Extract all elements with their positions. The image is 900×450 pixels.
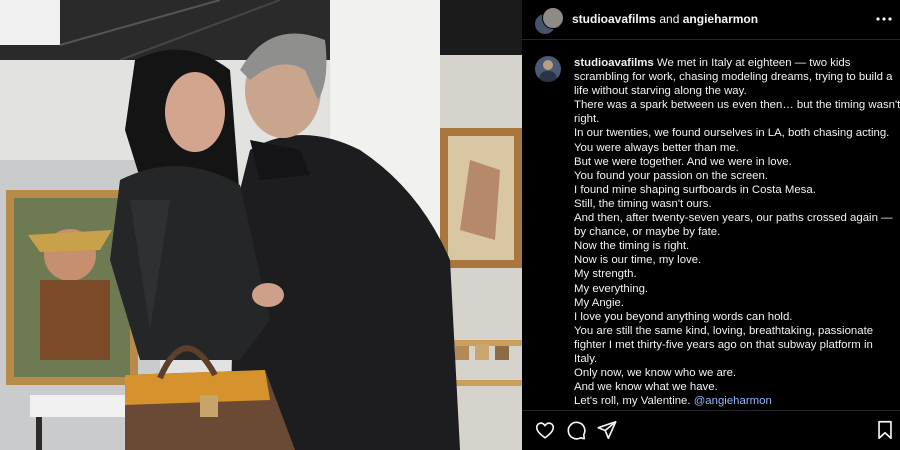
comment-icon[interactable] — [565, 419, 587, 441]
post-caption: studioavafilms We met in Italy at eighte… — [522, 52, 900, 408]
post-authors: studioavafilms and angieharmon — [572, 12, 758, 26]
mention-link[interactable]: @angieharmon — [694, 395, 772, 407]
caption-username-link[interactable]: studioavafilms — [574, 57, 654, 69]
heart-icon[interactable] — [534, 419, 556, 441]
post-actions — [522, 410, 900, 450]
author-username-link[interactable]: studioavafilms — [572, 12, 656, 26]
caption-line: Still, the timing wasn't ours. — [574, 197, 712, 210]
couple-photo-illustration — [0, 0, 522, 450]
caption-line: You were always better than me. — [574, 141, 739, 154]
caption-line: scrambling for work, chasing modeling dr… — [574, 71, 893, 84]
collaborator-username-link[interactable]: angieharmon — [683, 12, 758, 26]
caption-line: I found mine shaping surfboards in Costa… — [574, 183, 816, 196]
caption-line: I love you beyond anything words can hol… — [574, 310, 793, 323]
caption-line: There was a spark between us even then… … — [574, 99, 900, 112]
avatar[interactable] — [535, 56, 561, 82]
caption-line: studioavafilms We met in Italy at eighte… — [574, 57, 851, 69]
caption-line: But we were together. And we were in lov… — [574, 155, 792, 168]
caption-line: Now the timing is right. — [574, 240, 690, 253]
caption-line: Let's roll, my Valentine. @angieharmon — [574, 395, 772, 408]
more-options-icon[interactable] — [874, 10, 894, 28]
caption-line: My everything. — [574, 282, 649, 295]
caption-line: My strength. — [574, 268, 637, 281]
instagram-post: studioavafilms and angieharmon studioava… — [0, 0, 900, 450]
post-photo[interactable] — [0, 0, 522, 450]
caption-line: And we know what we have. — [574, 381, 718, 394]
caption-line: right. — [574, 113, 600, 126]
avatar — [542, 7, 564, 29]
caption-line: Only now, we know who we are. — [574, 367, 737, 380]
caption-text: studioavafilms We met in Italy at eighte… — [574, 56, 900, 408]
post-header: studioavafilms and angieharmon — [522, 0, 900, 40]
caption-line: You are still the same kind, loving, bre… — [574, 324, 874, 337]
caption-line: You found your passion on the screen. — [574, 169, 768, 182]
caption-line: by chance, or maybe by fate. — [574, 226, 721, 239]
caption-line: fighter I met thirty-five years ago on t… — [574, 338, 873, 351]
share-icon[interactable] — [596, 419, 618, 441]
bookmark-icon[interactable] — [874, 419, 896, 441]
caption-line: My Angie. — [574, 296, 625, 309]
caption-line: Italy. — [574, 352, 598, 365]
caption-line: And then, after twenty-seven years, our … — [574, 212, 893, 225]
collab-avatars[interactable] — [534, 7, 564, 35]
authors-joiner: and — [656, 12, 683, 26]
caption-line: Now is our time, my love. — [574, 254, 702, 267]
caption-line: In our twenties, we found ourselves in L… — [574, 127, 890, 140]
caption-line: life without starving along the way. — [574, 85, 747, 98]
post-side-panel: studioavafilms and angieharmon studioava… — [522, 0, 900, 450]
